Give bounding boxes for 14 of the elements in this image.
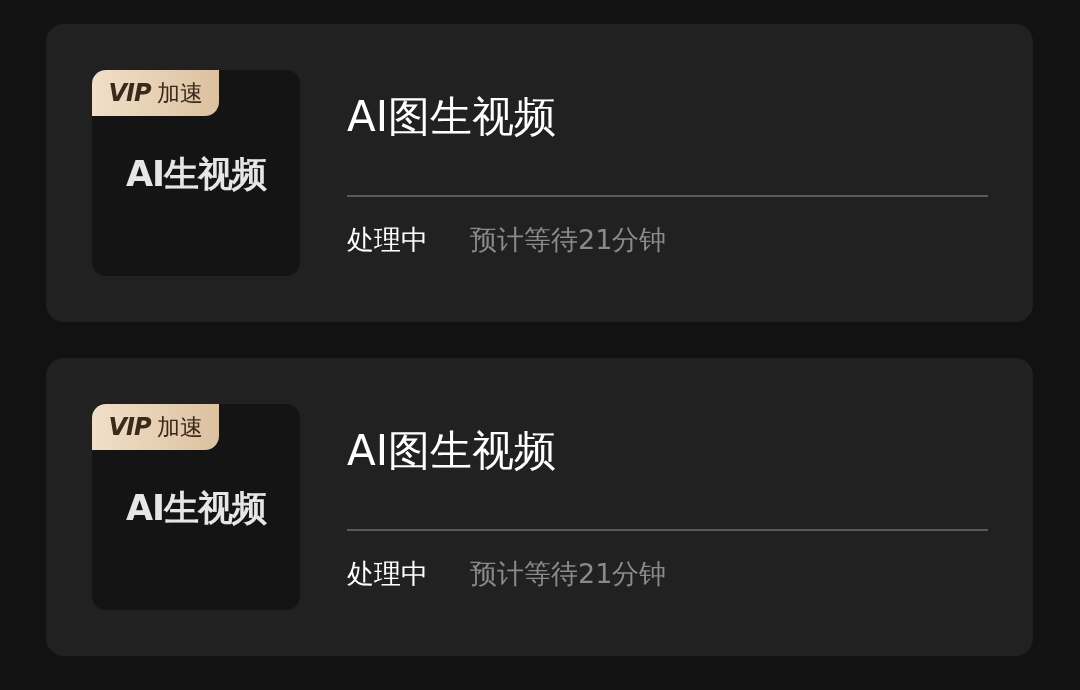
vip-logo-text: VIP — [108, 415, 151, 439]
vip-logo-text: VIP — [108, 81, 151, 105]
task-card[interactable]: VIP 加速 AI生视频 AI图生视频 处理中 预计等待21分钟 — [46, 24, 1033, 322]
wait-time-estimate: 预计等待21分钟 — [470, 558, 667, 590]
task-status: 处理中 — [347, 224, 428, 256]
task-title: AI图生视频 — [347, 93, 557, 141]
badge-label: 加速 — [156, 415, 203, 439]
thumbnail-caption: AI生视频 — [125, 487, 267, 529]
task-title: AI图生视频 — [347, 427, 557, 475]
task-card[interactable]: VIP 加速 AI生视频 AI图生视频 处理中 预计等待21分钟 — [46, 358, 1033, 656]
wait-time-estimate: 预计等待21分钟 — [470, 224, 667, 256]
task-status: 处理中 — [347, 558, 428, 590]
badge-label: 加速 — [156, 81, 203, 105]
thumbnail-caption: AI生视频 — [125, 153, 267, 195]
